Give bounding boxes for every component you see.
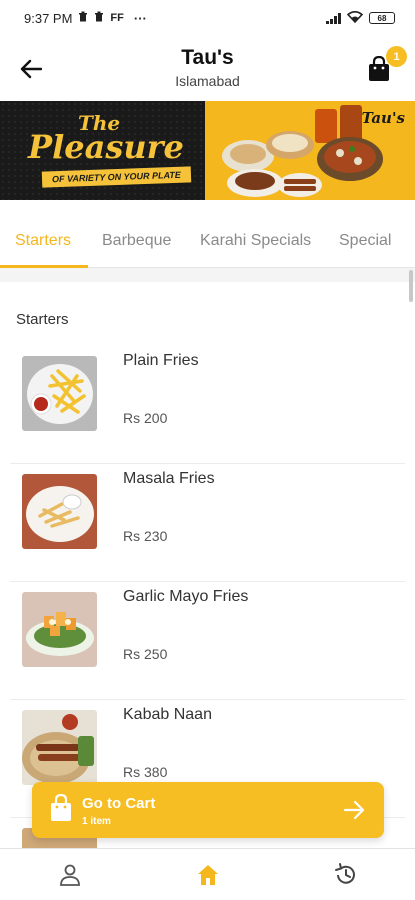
tab-barbeque[interactable]: Barbeque — [102, 232, 171, 250]
trash-icon — [78, 11, 88, 25]
more-dots: ··· — [133, 10, 147, 26]
signal-icon — [326, 12, 341, 24]
item-image — [22, 474, 97, 549]
item-price: Rs 200 — [123, 410, 168, 426]
status-time: 9:37 PM — [24, 10, 73, 26]
item-price: Rs 250 — [123, 646, 168, 662]
banner-brand-logo: Tau's — [361, 109, 405, 127]
bottom-nav — [0, 848, 415, 900]
menu-item[interactable]: Masala Fries Rs 230 — [10, 464, 405, 582]
status-right: 68 — [326, 10, 395, 26]
item-image — [22, 356, 97, 431]
item-name: Plain Fries — [123, 352, 199, 369]
page-subtitle: Islamabad — [175, 73, 240, 89]
battery-icon: 68 — [369, 12, 395, 24]
status-bar: 9:37 PM FF ··· 68 — [0, 0, 415, 36]
category-tabs: Starters Barbeque Karahi Specials Specia… — [0, 220, 415, 268]
status-left: 9:37 PM FF ··· — [24, 11, 147, 26]
header: Tau's Islamabad 1 — [0, 36, 415, 100]
menu-item[interactable]: Plain Fries Rs 200 — [10, 346, 405, 464]
banner-line2: Pleasure — [28, 128, 184, 166]
item-name: Masala Fries — [123, 470, 215, 487]
shopping-bag-icon — [51, 794, 71, 821]
banner-headline: The Pleasure — [28, 113, 184, 165]
section-title: Starters — [16, 311, 69, 328]
menu-item[interactable]: Garlic Mayo Fries Rs 250 — [10, 582, 405, 700]
item-name: Garlic Mayo Fries — [123, 588, 249, 605]
cart-button[interactable]: 1 — [367, 46, 407, 86]
trash-icon — [94, 11, 104, 25]
go-to-cart-label: Go to Cart — [82, 795, 156, 812]
item-image — [22, 592, 97, 667]
go-to-cart-button[interactable]: Go to Cart 1 item — [32, 782, 384, 838]
home-icon[interactable] — [195, 862, 221, 888]
wifi-icon — [346, 10, 364, 26]
history-icon[interactable] — [333, 862, 359, 888]
scrollbar[interactable] — [409, 270, 413, 302]
item-image — [22, 710, 97, 785]
cart-item-count: 1 item — [82, 816, 111, 827]
page-title: Tau's — [181, 46, 234, 69]
title-wrap: Tau's Islamabad — [0, 46, 415, 89]
cart-count-badge: 1 — [386, 46, 407, 67]
section-divider — [0, 268, 415, 282]
tab-starters[interactable]: Starters — [15, 232, 71, 250]
item-name: Kabab Naan — [123, 706, 212, 723]
tab-special[interactable]: Special — [339, 232, 391, 250]
restaurant-banner: The Pleasure OF VARIETY ON YOUR PLATE Ta… — [0, 101, 415, 200]
notification-text: FF — [110, 12, 124, 24]
item-price: Rs 380 — [123, 764, 168, 780]
profile-icon[interactable] — [57, 862, 83, 888]
tab-karahi-specials[interactable]: Karahi Specials — [200, 232, 311, 250]
arrow-right-icon — [343, 800, 365, 820]
item-price: Rs 230 — [123, 528, 168, 544]
